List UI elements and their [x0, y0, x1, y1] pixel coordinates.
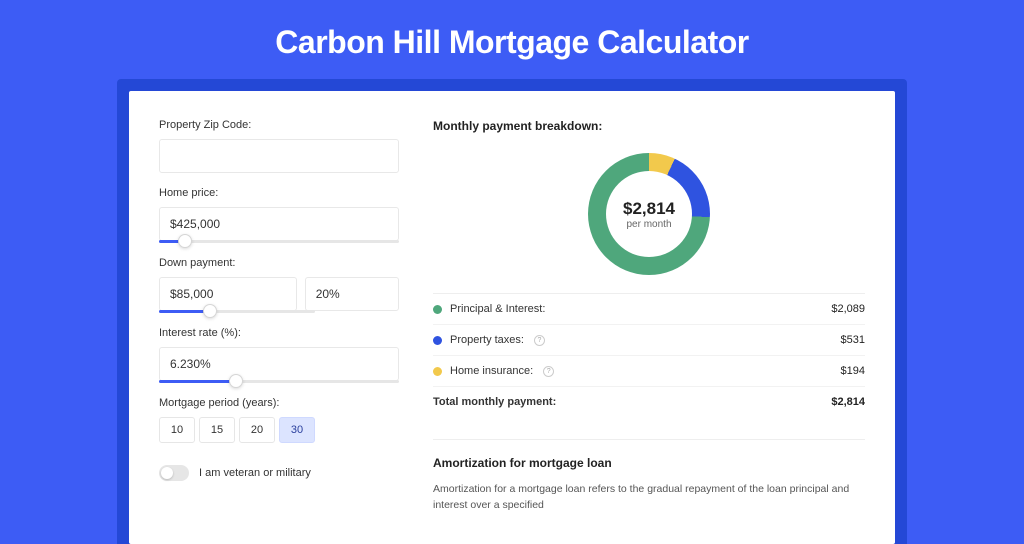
- donut-chart-wrap: $2,814 per month: [433, 139, 865, 293]
- breakdown-title: Monthly payment breakdown:: [433, 119, 865, 133]
- price-slider[interactable]: [159, 240, 399, 243]
- dot-icon: [433, 305, 442, 314]
- legend-value: $194: [841, 365, 865, 377]
- zip-label: Property Zip Code:: [159, 119, 399, 131]
- dot-icon: [433, 336, 442, 345]
- rate-label: Interest rate (%):: [159, 327, 399, 339]
- legend-label: Property taxes:: [450, 334, 524, 346]
- period-btn-20[interactable]: 20: [239, 417, 275, 443]
- down-field: Down payment:: [159, 257, 399, 313]
- price-label: Home price:: [159, 187, 399, 199]
- zip-input[interactable]: [159, 139, 399, 173]
- legend-label: Principal & Interest:: [450, 303, 545, 315]
- down-pct-input[interactable]: [305, 277, 399, 311]
- total-value: $2,814: [831, 396, 865, 408]
- period-btn-10[interactable]: 10: [159, 417, 195, 443]
- help-icon[interactable]: ?: [534, 335, 545, 346]
- period-btn-30[interactable]: 30: [279, 417, 315, 443]
- amort-text: Amortization for a mortgage loan refers …: [433, 482, 865, 514]
- help-icon[interactable]: ?: [543, 366, 554, 377]
- total-label: Total monthly payment:: [433, 396, 556, 408]
- price-input[interactable]: [159, 207, 399, 241]
- legend-row-insurance: Home insurance: ? $194: [433, 356, 865, 387]
- legend-value: $531: [841, 334, 865, 346]
- donut-center: $2,814 per month: [606, 171, 692, 257]
- legend-row-taxes: Property taxes: ? $531: [433, 325, 865, 356]
- legend-row-total: Total monthly payment: $2,814: [433, 387, 865, 417]
- veteran-toggle[interactable]: [159, 465, 189, 481]
- rate-slider[interactable]: [159, 380, 399, 383]
- rate-field: Interest rate (%):: [159, 327, 399, 383]
- veteran-label: I am veteran or military: [199, 467, 311, 479]
- donut-sub: per month: [626, 219, 671, 230]
- amortization-section: Amortization for mortgage loan Amortizat…: [433, 439, 865, 514]
- breakdown-panel: Monthly payment breakdown: $2,814 per mo…: [433, 119, 865, 514]
- down-amount-input[interactable]: [159, 277, 297, 311]
- calculator-card: Property Zip Code: Home price: Down paym…: [129, 91, 895, 544]
- legend-row-principal: Principal & Interest: $2,089: [433, 294, 865, 325]
- period-btn-15[interactable]: 15: [199, 417, 235, 443]
- rate-slider-thumb[interactable]: [229, 374, 243, 388]
- legend-label: Home insurance:: [450, 365, 533, 377]
- legend-value: $2,089: [831, 303, 865, 315]
- rate-input[interactable]: [159, 347, 399, 381]
- legend: Principal & Interest: $2,089 Property ta…: [433, 293, 865, 417]
- veteran-row: I am veteran or military: [159, 465, 399, 481]
- donut-chart: $2,814 per month: [588, 153, 710, 275]
- page-title: Carbon Hill Mortgage Calculator: [0, 0, 1024, 79]
- donut-amount: $2,814: [623, 199, 675, 219]
- period-buttons: 10 15 20 30: [159, 417, 399, 443]
- price-field: Home price:: [159, 187, 399, 243]
- dot-icon: [433, 367, 442, 376]
- down-slider-thumb[interactable]: [203, 304, 217, 318]
- period-label: Mortgage period (years):: [159, 397, 399, 409]
- period-field: Mortgage period (years): 10 15 20 30: [159, 397, 399, 443]
- card-shadow: Property Zip Code: Home price: Down paym…: [117, 79, 907, 544]
- down-slider[interactable]: [159, 310, 315, 313]
- down-label: Down payment:: [159, 257, 399, 269]
- zip-field: Property Zip Code:: [159, 119, 399, 173]
- amort-title: Amortization for mortgage loan: [433, 456, 865, 470]
- price-slider-thumb[interactable]: [178, 234, 192, 248]
- form-panel: Property Zip Code: Home price: Down paym…: [159, 119, 399, 514]
